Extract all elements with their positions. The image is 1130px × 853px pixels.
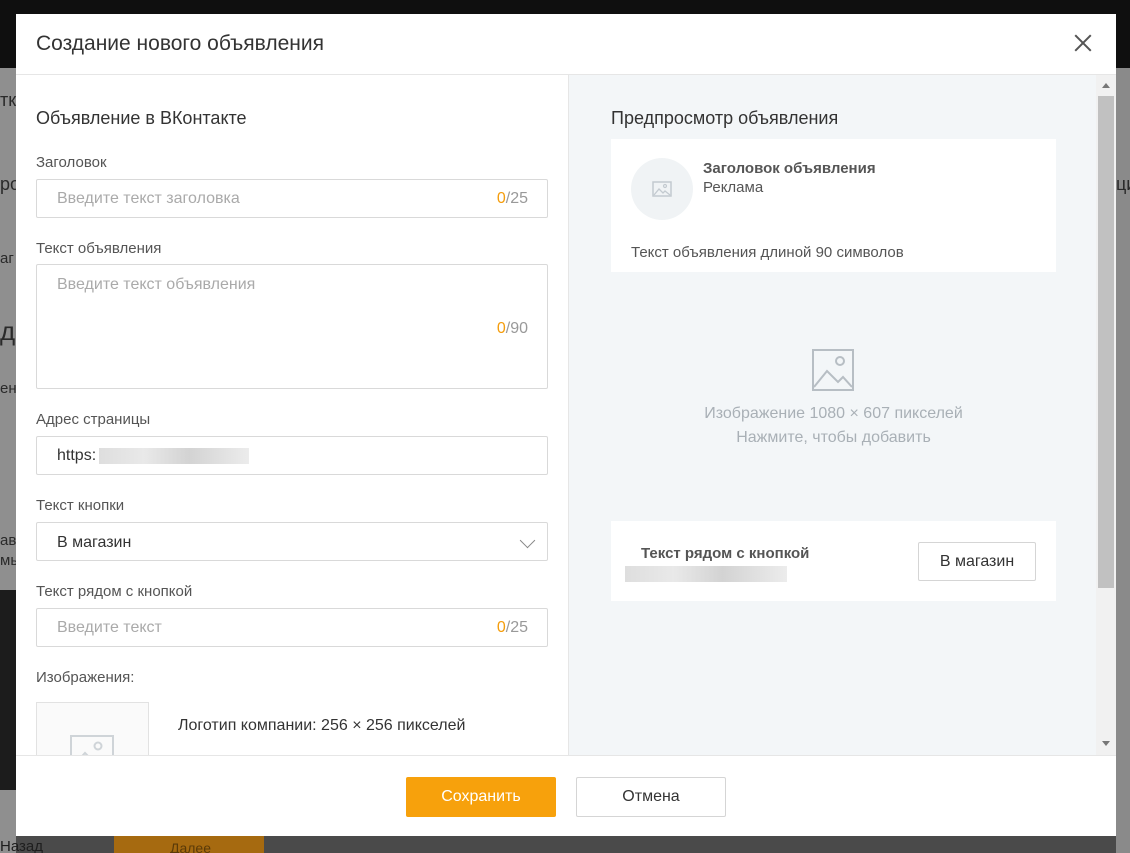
- background-text: да: [0, 316, 16, 346]
- background-text: тк: [0, 90, 16, 110]
- preview-ad-title: Заголовок объявления: [703, 160, 876, 177]
- preview-ad-text: Текст объявления длиной 90 символов: [631, 244, 904, 261]
- modal-footer: Сохранить Отмена: [16, 755, 1116, 836]
- image-placeholder-icon: [812, 349, 854, 391]
- background-image: [0, 590, 16, 790]
- background-next-label: Далее: [170, 840, 212, 853]
- preview-image-upload[interactable]: Изображение 1080 × 607 пикселей Нажмите,…: [611, 272, 1056, 521]
- redacted-url: [625, 566, 787, 582]
- image-placeholder-icon: [652, 181, 672, 197]
- button-text-select[interactable]: В магазин: [36, 522, 548, 561]
- background-text: ро: [0, 174, 16, 194]
- preview-image-size: Изображение 1080 × 607 пикселей: [704, 405, 963, 422]
- button-text-selected: В магазин: [57, 534, 132, 551]
- scroll-up-arrow-icon[interactable]: [1102, 83, 1110, 88]
- image-placeholder-icon: [70, 735, 114, 755]
- preview-ad-subtitle: Реклама: [703, 179, 764, 196]
- scrollbar[interactable]: [1096, 75, 1116, 755]
- chevron-down-icon: [519, 532, 536, 549]
- modal-header: Создание нового объявления: [16, 14, 1116, 75]
- page-url-value: https:: [57, 447, 97, 464]
- text-near-button-counter: 0/25: [496, 619, 528, 636]
- headline-counter: 0/25: [496, 190, 528, 207]
- cancel-button[interactable]: Отмена: [576, 777, 726, 817]
- preview-image-hint: Нажмите, чтобы добавить: [736, 429, 931, 446]
- logo-upload[interactable]: [36, 702, 149, 755]
- ad-text-label: Текст объявления: [36, 240, 162, 257]
- preview-shop-button[interactable]: В магазин: [918, 542, 1036, 581]
- background-text: мы: [0, 552, 16, 569]
- ad-form: Объявление в ВКонтакте Заголовок Введите…: [16, 75, 568, 755]
- text-near-button-placeholder: Введите текст: [57, 619, 162, 636]
- save-button[interactable]: Сохранить: [406, 777, 556, 817]
- modal-title: Создание нового объявления: [36, 32, 324, 55]
- preview-button-side-title: Текст рядом с кнопкой: [641, 545, 810, 562]
- background-text: ав: [0, 532, 16, 549]
- button-text-label: Текст кнопки: [36, 497, 125, 514]
- background-text: аг: [0, 250, 14, 267]
- ad-text-counter: 0/90: [496, 320, 528, 337]
- create-ad-modal: Создание нового объявления Объявление в …: [16, 14, 1116, 836]
- ad-preview-panel: Предпросмотр объявления Заголовок объявл…: [568, 75, 1096, 755]
- text-near-button-label: Текст рядом с кнопкой: [36, 583, 193, 600]
- background-back-link: Назад: [0, 838, 43, 853]
- ad-preview-card: Заголовок объявления Реклама Текст объяв…: [611, 139, 1056, 601]
- page-url-label: Адрес страницы: [36, 411, 151, 428]
- close-icon[interactable]: [1068, 28, 1098, 58]
- form-section-title: Объявление в ВКонтакте: [36, 108, 247, 128]
- avatar: [631, 158, 693, 220]
- page-url-input[interactable]: https:: [36, 436, 548, 475]
- scrollbar-thumb[interactable]: [1098, 96, 1114, 588]
- ad-text-textarea[interactable]: Введите текст объявления 0/90: [36, 264, 548, 389]
- headline-label: Заголовок: [36, 154, 107, 171]
- preview-title: Предпросмотр объявления: [611, 108, 839, 128]
- background-text: ен: [0, 380, 16, 397]
- text-near-button-input[interactable]: Введите текст 0/25: [36, 608, 548, 647]
- headline-placeholder: Введите текст заголовка: [57, 190, 240, 207]
- logo-caption: Логотип компании: 256 × 256 пикселей: [178, 717, 466, 734]
- ad-text-placeholder: Введите текст объявления: [57, 276, 256, 293]
- headline-input[interactable]: Введите текст заголовка 0/25: [36, 179, 548, 218]
- redacted-url: [99, 448, 249, 464]
- background-text: ци: [1116, 174, 1130, 194]
- scroll-down-arrow-icon[interactable]: [1102, 741, 1110, 746]
- images-label: Изображения:: [36, 669, 135, 686]
